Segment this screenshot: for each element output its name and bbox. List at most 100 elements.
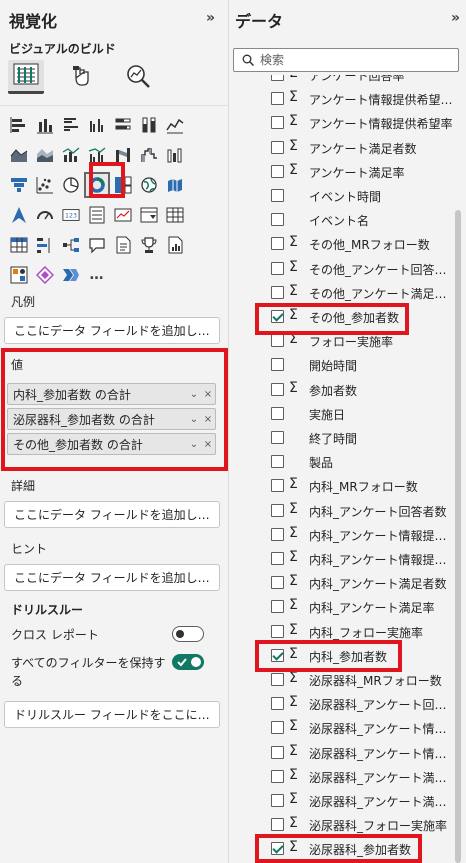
drillthrough-drop-well[interactable]: ドリルスルー フィールドをここに… bbox=[4, 701, 220, 728]
field-list-item[interactable]: Σ 泌尿器科_アンケート満足… bbox=[229, 765, 457, 789]
field-list-item[interactable]: 終了時間 bbox=[229, 426, 457, 450]
field-list-item[interactable]: Σ アンケート情報提供希望… bbox=[229, 87, 457, 111]
field-checkbox[interactable] bbox=[271, 721, 284, 735]
field-list-item[interactable]: Σ 内科_MRフォロー数 bbox=[229, 474, 457, 498]
field-checkbox[interactable] bbox=[271, 552, 284, 565]
field-list-item[interactable]: Σ 泌尿器科_MRフォロー数 bbox=[229, 668, 457, 692]
stacked-bar-chart-icon[interactable] bbox=[8, 114, 30, 136]
field-list-item[interactable]: Σ アンケート情報提供希望率 bbox=[229, 111, 457, 135]
area-chart-icon[interactable] bbox=[8, 144, 30, 166]
field-list-item[interactable]: Σ その他_参加者数 bbox=[229, 305, 457, 329]
viz-collapse-button[interactable]: » bbox=[206, 10, 215, 26]
field-checkbox[interactable] bbox=[271, 527, 284, 541]
analytics-tab[interactable] bbox=[120, 60, 156, 94]
field-checkbox[interactable] bbox=[271, 382, 284, 396]
field-checkbox[interactable] bbox=[271, 794, 284, 807]
chevron-down-icon[interactable]: ⌄ bbox=[187, 414, 201, 425]
field-list-item[interactable]: Σ 泌尿器科_アンケート満足… bbox=[229, 789, 457, 813]
field-checkbox[interactable] bbox=[271, 745, 284, 759]
field-checkbox[interactable] bbox=[271, 406, 284, 420]
stacked-column-chart-icon[interactable] bbox=[34, 114, 56, 136]
matrix-icon[interactable] bbox=[8, 234, 30, 256]
field-list-item[interactable]: Σ フォロー実施率 bbox=[229, 329, 457, 353]
field-checkbox[interactable] bbox=[271, 140, 284, 154]
azure-map-icon[interactable] bbox=[8, 204, 30, 226]
stacked-area-chart-icon[interactable] bbox=[34, 144, 56, 166]
power-automate-icon[interactable] bbox=[34, 264, 56, 286]
field-checkbox[interactable] bbox=[271, 75, 284, 81]
field-list-scrollbar[interactable] bbox=[455, 210, 461, 863]
clustered-column-chart-icon[interactable] bbox=[86, 114, 108, 136]
field-checkbox[interactable] bbox=[271, 334, 284, 348]
100-stacked-bar-chart-icon[interactable] bbox=[112, 114, 134, 136]
field-checkbox[interactable] bbox=[271, 697, 284, 711]
field-list-item[interactable]: Σ 参加者数 bbox=[229, 378, 457, 402]
field-checkbox[interactable] bbox=[271, 503, 284, 517]
field-list-item[interactable]: Σ その他_アンケート回答者… bbox=[229, 257, 457, 281]
search-box[interactable] bbox=[233, 48, 459, 72]
metrics-trophy-icon[interactable] bbox=[138, 234, 160, 256]
waterfall-chart-icon[interactable] bbox=[138, 144, 160, 166]
more-visuals-icon[interactable]: … bbox=[86, 264, 108, 286]
remove-icon[interactable]: × bbox=[201, 389, 215, 400]
100-stacked-column-chart-icon[interactable] bbox=[138, 114, 160, 136]
field-list-item[interactable]: Σ 内科_アンケート情報提供… bbox=[229, 547, 457, 571]
pie-chart-icon[interactable] bbox=[60, 174, 82, 196]
clustered-bar-chart-icon[interactable] bbox=[60, 114, 82, 136]
values-field-pill[interactable]: その他_参加者数 の合計 ⌄ × bbox=[7, 433, 216, 455]
paginated-report-icon[interactable] bbox=[164, 234, 186, 256]
field-checkbox[interactable] bbox=[271, 116, 284, 130]
filled-map-icon[interactable] bbox=[164, 174, 186, 196]
field-checkbox[interactable] bbox=[271, 213, 284, 227]
field-list-item[interactable]: 開始時間 bbox=[229, 353, 457, 377]
field-checkbox[interactable] bbox=[271, 431, 284, 444]
power-apps-icon[interactable] bbox=[8, 264, 30, 286]
field-list-item[interactable]: 製品 bbox=[229, 450, 457, 474]
field-list-item[interactable]: Σ 泌尿器科_アンケート回答… bbox=[229, 692, 457, 716]
field-checkbox[interactable] bbox=[271, 600, 284, 614]
field-checkbox[interactable] bbox=[271, 624, 284, 638]
ribbon-chart-icon[interactable] bbox=[112, 144, 134, 166]
field-list-item[interactable]: Σ アンケート満足率 bbox=[229, 160, 457, 184]
field-checkbox[interactable] bbox=[271, 189, 284, 202]
remove-icon[interactable]: × bbox=[201, 439, 215, 450]
cross-report-toggle[interactable] bbox=[172, 626, 204, 642]
data-collapse-button[interactable]: » bbox=[451, 10, 460, 26]
card-icon[interactable]: 123 bbox=[60, 204, 82, 226]
field-checkbox[interactable] bbox=[271, 455, 284, 469]
line-clustered-column-chart-icon[interactable] bbox=[86, 144, 108, 166]
search-input[interactable] bbox=[260, 53, 440, 67]
field-checkbox[interactable] bbox=[271, 648, 284, 662]
field-checkbox[interactable] bbox=[271, 261, 284, 275]
table-icon[interactable] bbox=[164, 204, 186, 226]
field-list-item[interactable]: Σ 内科_アンケート情報提供… bbox=[229, 523, 457, 547]
donut-chart-icon[interactable] bbox=[84, 172, 110, 198]
field-checkbox[interactable] bbox=[271, 164, 284, 178]
field-list-item[interactable]: Σ 泌尿器科_フォロー実施率 bbox=[229, 813, 457, 837]
field-checkbox[interactable] bbox=[271, 673, 284, 686]
legend-drop-well[interactable]: ここにデータ フィールドを追加し… bbox=[4, 317, 220, 344]
field-checkbox[interactable] bbox=[271, 358, 284, 372]
field-list-item[interactable]: Σ 内科_アンケート回答者数 bbox=[229, 499, 457, 523]
field-list-item[interactable]: Σ 泌尿器科_アンケート情報… bbox=[229, 741, 457, 765]
build-visual-tab[interactable] bbox=[8, 60, 44, 94]
narrative-icon[interactable] bbox=[112, 234, 134, 256]
column-chart-icon[interactable] bbox=[164, 144, 186, 166]
field-list-item[interactable]: Σ アンケート回答率 bbox=[229, 75, 457, 87]
field-checkbox[interactable] bbox=[271, 92, 284, 106]
decomposition-tree-icon[interactable] bbox=[60, 234, 82, 256]
format-visual-tab[interactable] bbox=[64, 60, 100, 94]
map-icon[interactable] bbox=[138, 174, 160, 196]
chevron-down-icon[interactable]: ⌄ bbox=[187, 439, 201, 450]
field-checkbox[interactable] bbox=[271, 842, 284, 856]
field-checkbox[interactable] bbox=[271, 818, 284, 832]
line-chart-icon[interactable] bbox=[164, 114, 186, 136]
details-drop-well[interactable]: ここにデータ フィールドを追加し… bbox=[4, 501, 220, 528]
multi-row-card-icon[interactable] bbox=[86, 204, 108, 226]
field-checkbox[interactable] bbox=[271, 576, 284, 590]
scatter-chart-icon[interactable] bbox=[34, 174, 56, 196]
field-list-item[interactable]: Σ 泌尿器科_参加者数 bbox=[229, 837, 457, 861]
field-list-item[interactable]: Σ アンケート満足者数 bbox=[229, 136, 457, 160]
field-checkbox[interactable] bbox=[271, 237, 284, 251]
funnel-chart-icon[interactable] bbox=[8, 174, 30, 196]
